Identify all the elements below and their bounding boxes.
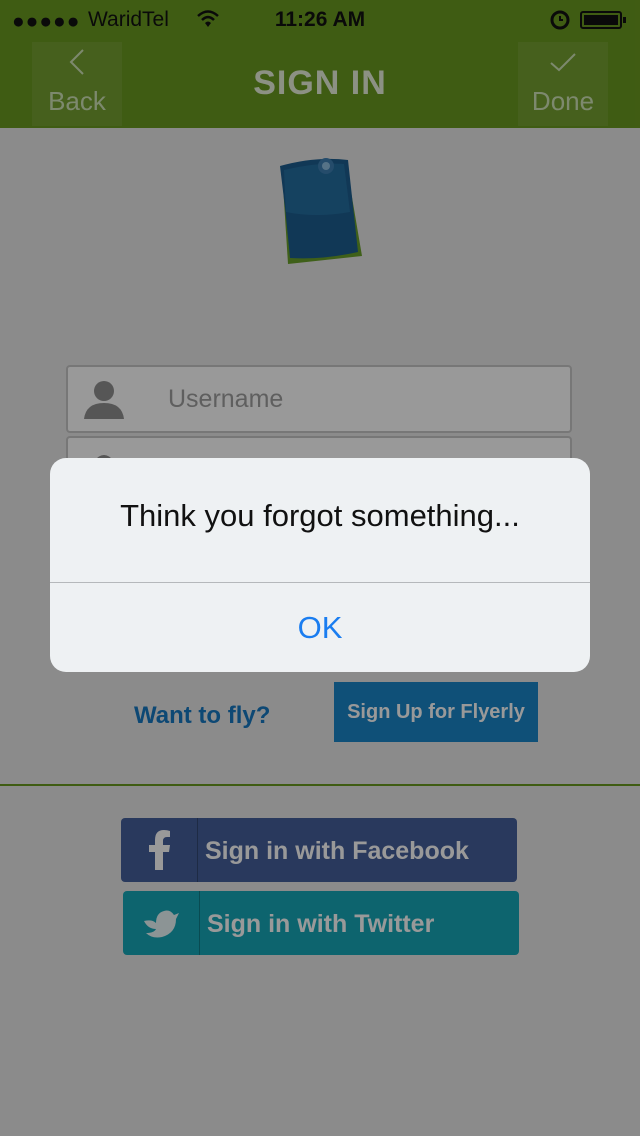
alert-message: Think you forgot something... xyxy=(120,498,520,533)
ok-button[interactable]: OK xyxy=(50,583,590,672)
alert-dialog: Think you forgot something... OK xyxy=(50,458,590,672)
